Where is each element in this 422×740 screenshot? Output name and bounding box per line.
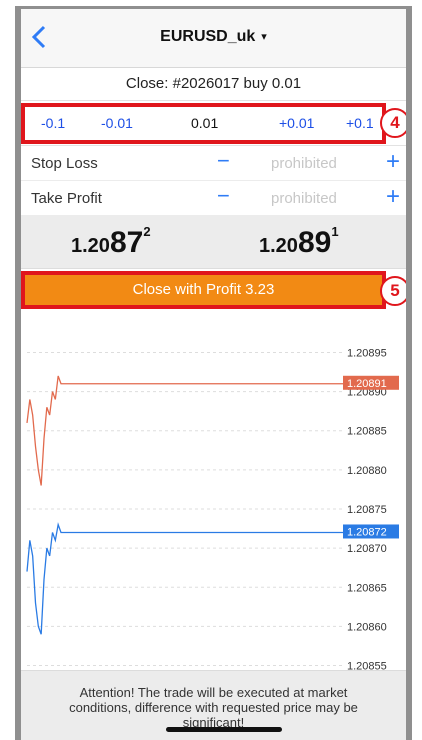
y-tick-label: 1.20865 — [347, 582, 387, 594]
y-tick-label: 1.20880 — [347, 465, 387, 477]
phone-frame: EURUSD_uk ▾ Close: #2026017 buy 0.01 -0.1… — [15, 6, 412, 740]
volume-inc-large-button[interactable]: +0.1 — [346, 115, 374, 131]
home-indicator[interactable] — [166, 727, 282, 732]
y-tick-label: 1.20885 — [347, 426, 387, 438]
callout-4: 4 — [380, 108, 406, 138]
y-tick-label: 1.20860 — [347, 621, 387, 633]
screen: EURUSD_uk ▾ Close: #2026017 buy 0.01 -0.1… — [21, 9, 406, 740]
header: EURUSD_uk ▾ — [21, 9, 406, 68]
warning-footer: Attention! The trade will be executed at… — [21, 670, 406, 740]
close-button-row: Close with Profit 3.23 5 — [21, 269, 406, 313]
volume-dec-large-button[interactable]: -0.1 — [41, 115, 65, 131]
bid-price-prefix: 1.20 — [71, 235, 110, 257]
bid-price-line — [26, 522, 345, 635]
y-tick-label: 1.20875 — [347, 504, 387, 516]
symbol-title: EURUSD_uk — [160, 28, 256, 45]
take-profit-value[interactable]: prohibited — [271, 190, 337, 207]
warning-line-2: conditions, difference with requested pr… — [69, 700, 358, 715]
volume-inc-small-button[interactable]: +0.01 — [279, 115, 314, 131]
bid-price-pips: 87 — [109, 226, 144, 259]
volume-dec-small-button[interactable]: -0.01 — [101, 115, 133, 131]
tick-chart: 1.20895 1.20890 1.20885 1.20880 1.20875 1.208… — [21, 329, 406, 689]
stop-loss-value[interactable]: prohibited — [271, 155, 337, 172]
close-order-info: Close: #2026017 buy 0.01 — [21, 68, 406, 101]
bid-price: 1.20872 — [71, 224, 151, 260]
take-profit-plus-button[interactable]: + — [386, 183, 400, 211]
ask-price-prefix: 1.20 — [259, 235, 298, 257]
callout-5: 5 — [380, 276, 406, 306]
close-with-profit-button[interactable]: Close with Profit 3.23 — [21, 271, 386, 309]
bid-price-fraction: 2 — [143, 224, 151, 239]
volume-row: -0.1 -0.01 0.01 +0.01 +0.1 4 — [21, 101, 406, 146]
ask-price: 1.20891 — [259, 224, 339, 260]
current-price-label: 1.20891 — [347, 378, 387, 390]
tick-chart-svg: 1.208951.208901.208851.208801.208751.208… — [26, 347, 399, 673]
y-tick-label: 1.20895 — [347, 347, 387, 359]
take-profit-minus-button[interactable]: − — [217, 183, 230, 209]
stop-loss-minus-button[interactable]: − — [217, 148, 230, 174]
symbol-selector[interactable]: EURUSD_uk ▾ — [21, 28, 406, 46]
y-tick-label: 1.20870 — [347, 543, 387, 555]
warning-line-1: Attention! The trade will be executed at… — [79, 685, 348, 700]
stop-loss-row: Stop Loss − prohibited + — [21, 146, 406, 181]
ask-price-pips: 89 — [297, 226, 332, 259]
take-profit-label: Take Profit — [31, 190, 102, 207]
volume-value-field[interactable]: 0.01 — [191, 115, 218, 131]
stop-loss-label: Stop Loss — [31, 155, 98, 172]
dropdown-caret-icon: ▾ — [261, 31, 267, 43]
ask-price-fraction: 1 — [331, 224, 339, 239]
current-price-label: 1.20872 — [347, 526, 387, 538]
price-quotes: 1.20872 1.20891 — [21, 216, 406, 269]
take-profit-row: Take Profit − prohibited + — [21, 181, 406, 216]
stop-loss-plus-button[interactable]: + — [386, 148, 400, 176]
